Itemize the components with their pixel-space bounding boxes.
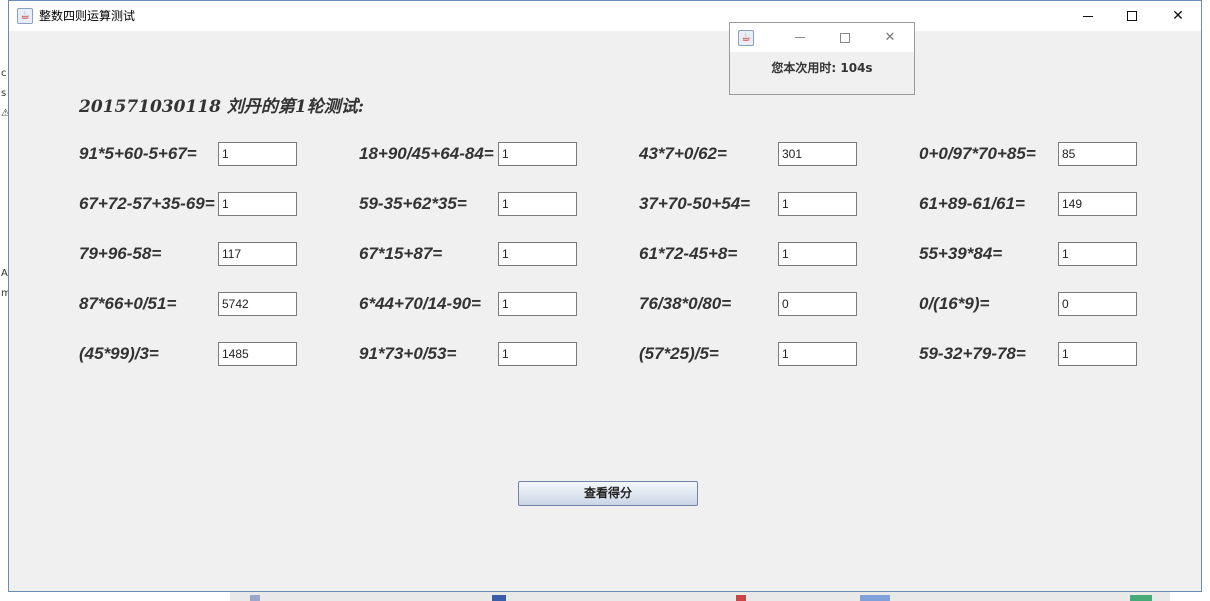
- answer-input[interactable]: [1058, 242, 1137, 266]
- close-button[interactable]: ✕: [1155, 1, 1201, 31]
- answer-input[interactable]: [1058, 192, 1137, 216]
- java-coffee-icon: ☕: [17, 8, 33, 24]
- question-label: 59-35+62*35=: [359, 194, 467, 213]
- question-label: 91*73+0/53=: [359, 344, 457, 363]
- question-label: 0+0/97*70+85=: [919, 144, 1036, 163]
- dialog-close-button[interactable]: ✕: [868, 23, 912, 52]
- question-label: 79+96-58=: [79, 244, 162, 263]
- question-label: 61*72-45+8=: [639, 244, 738, 263]
- question-label: 6*44+70/14-90=: [359, 294, 481, 313]
- answer-input[interactable]: [218, 242, 297, 266]
- question-label: 91*5+60-5+67=: [79, 144, 197, 163]
- answer-input[interactable]: [778, 342, 857, 366]
- question-label: (45*99)/3=: [79, 344, 159, 363]
- test-heading: 201571030118 刘丹的第1轮测试:: [79, 97, 364, 117]
- answer-input[interactable]: [218, 192, 297, 216]
- question-label: 0/(16*9)=: [919, 294, 990, 313]
- answer-input[interactable]: [218, 342, 297, 366]
- question-label: (57*25)/5=: [639, 344, 719, 363]
- dialog-minimize-button[interactable]: [778, 23, 822, 52]
- close-icon: ✕: [1172, 8, 1184, 24]
- answer-input[interactable]: [1058, 142, 1137, 166]
- maximize-icon: [840, 32, 850, 43]
- minimize-icon: [795, 37, 805, 38]
- answer-input[interactable]: [218, 292, 297, 316]
- answer-input[interactable]: [778, 242, 857, 266]
- answer-input[interactable]: [498, 292, 577, 316]
- question-label: 37+70-50+54=: [639, 194, 751, 213]
- dialog-title-bar[interactable]: ☕ ✕: [730, 23, 914, 52]
- java-coffee-icon: ☕: [738, 30, 754, 46]
- answer-input[interactable]: [498, 192, 577, 216]
- question-label: 67*15+87=: [359, 244, 443, 263]
- question-label: 43*7+0/62=: [639, 144, 727, 163]
- close-icon: ✕: [884, 30, 896, 45]
- answer-input[interactable]: [498, 342, 577, 366]
- dialog-maximize-button[interactable]: [823, 23, 867, 52]
- answer-input[interactable]: [218, 142, 297, 166]
- answer-input[interactable]: [1058, 292, 1137, 316]
- timer-dialog: ☕ ✕ 您本次用时: 104s: [729, 22, 915, 95]
- view-score-button[interactable]: 查看得分: [518, 481, 698, 506]
- maximize-icon: [1127, 11, 1137, 21]
- question-label: 76/38*0/80=: [639, 294, 732, 313]
- question-label: 18+90/45+64-84=: [359, 144, 494, 163]
- answer-input[interactable]: [778, 292, 857, 316]
- title-bar[interactable]: ☕ 整数四则运算测试 ✕: [9, 1, 1201, 31]
- answer-input[interactable]: [498, 242, 577, 266]
- minimize-button[interactable]: [1065, 1, 1111, 31]
- answer-input[interactable]: [498, 142, 577, 166]
- answer-input[interactable]: [778, 192, 857, 216]
- question-label: 87*66+0/51=: [79, 294, 177, 313]
- answer-input[interactable]: [1058, 342, 1137, 366]
- question-label: 67+72-57+35-69=: [79, 194, 215, 213]
- question-label: 55+39*84=: [919, 244, 1003, 263]
- maximize-button[interactable]: [1109, 1, 1155, 31]
- main-window: ☕ 整数四则运算测试 ✕ 201571030118 刘丹的第1轮测试: 91*5…: [8, 0, 1202, 592]
- question-label: 59-32+79-78=: [919, 344, 1026, 363]
- question-label: 61+89-61/61=: [919, 194, 1025, 213]
- answer-input[interactable]: [778, 142, 857, 166]
- window-title: 整数四则运算测试: [39, 9, 136, 23]
- minimize-icon: [1083, 15, 1093, 17]
- elapsed-time-text: 您本次用时: 104s: [771, 61, 873, 75]
